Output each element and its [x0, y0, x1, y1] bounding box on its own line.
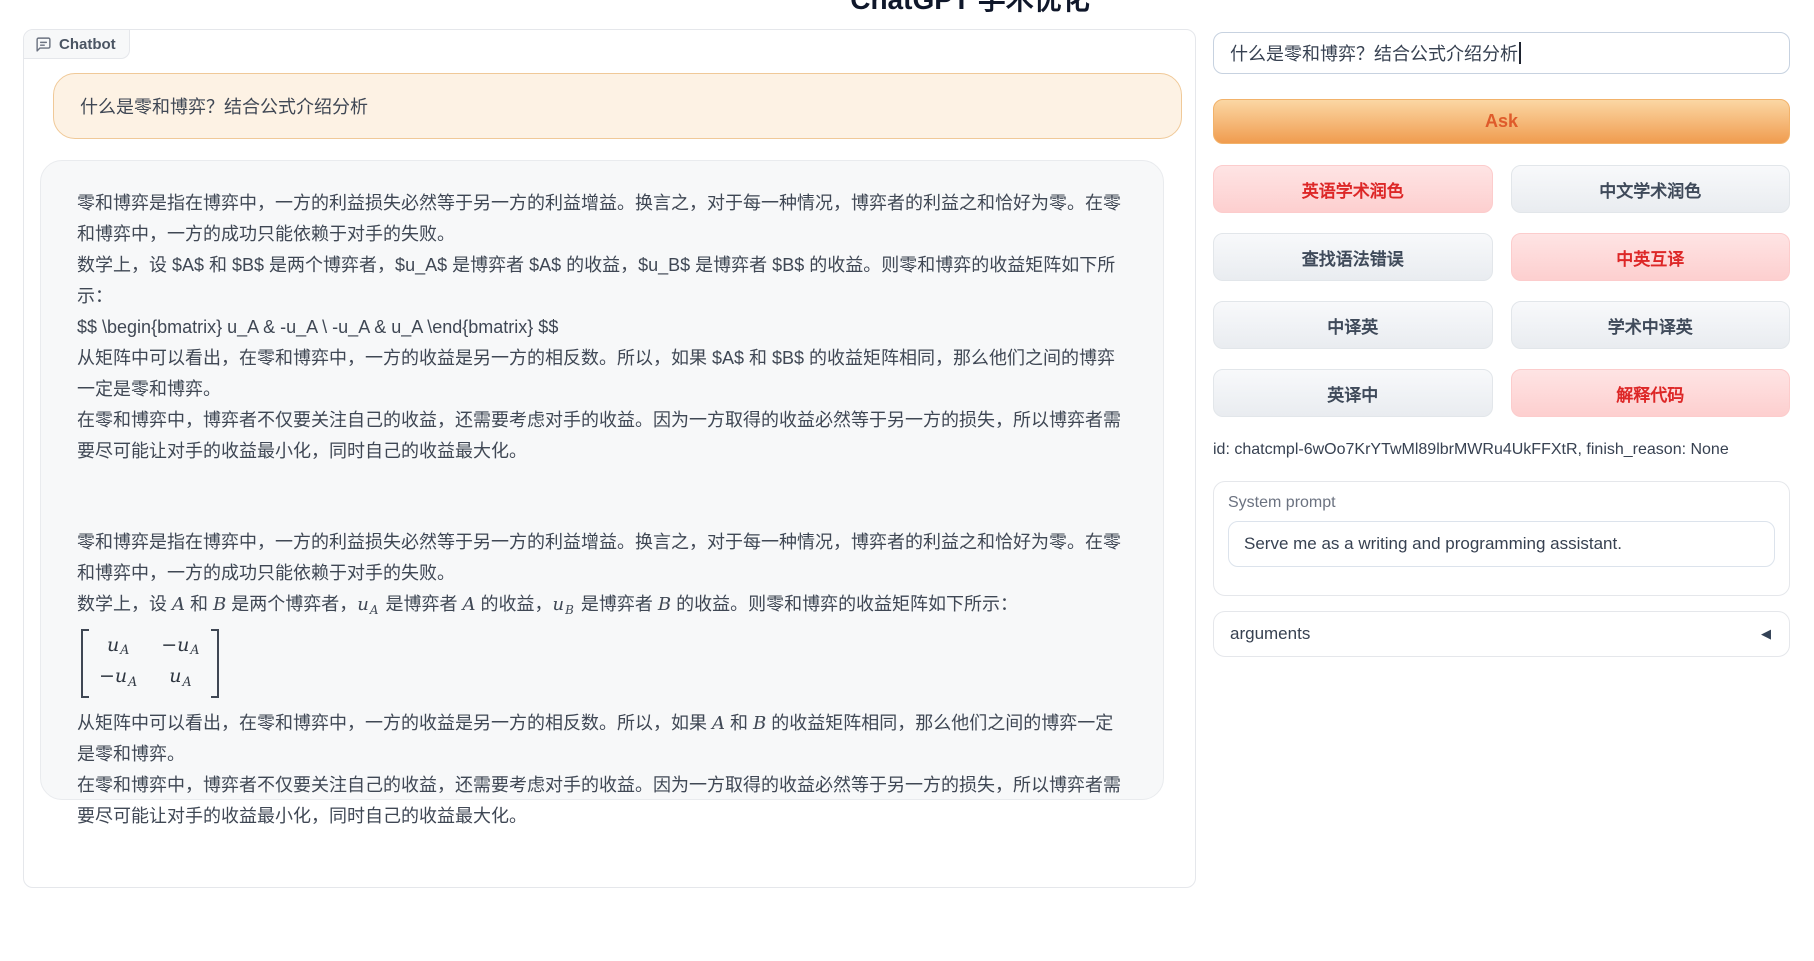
chat-bubble-icon — [35, 36, 52, 53]
system-prompt-block: System prompt — [1213, 481, 1790, 596]
btn-en-academic-polish[interactable]: 英语学术润色 — [1213, 165, 1493, 213]
text-cursor — [1519, 42, 1521, 64]
user-message: 什么是零和博弈？结合公式介绍分析 — [53, 73, 1182, 139]
bot-raw-latex: $$ \begin{bmatrix} u_A & -u_A \ -u_A & u… — [77, 312, 1131, 343]
payoff-matrix: uA −uA −uA uA — [81, 629, 219, 699]
btn-find-grammar-errors[interactable]: 查找语法错误 — [1213, 233, 1493, 281]
chatbot-panel: Chatbot 什么是零和博弈？结合公式介绍分析 零和博弈是指在博弈中，一方的利… — [23, 29, 1196, 888]
chatbot-label-text: Chatbot — [59, 36, 116, 53]
system-prompt-input[interactable] — [1228, 521, 1775, 567]
bot-rendered-p2: 数学上，设 A 和 B 是两个博弈者，uA 是博弈者 A 的收益，uB 是博弈者… — [77, 589, 1131, 626]
bot-rendered-p4: 在零和博弈中，博弈者不仅要关注自己的收益，还需要考虑对手的收益。因为一方取得的收… — [77, 770, 1131, 832]
btn-zh-en-mutual-translate[interactable]: 中英互译 — [1511, 233, 1791, 281]
matrix-left-bracket — [81, 629, 89, 699]
bot-raw-p4: 从矩阵中可以看出，在零和博弈中，一方的收益是另一方的相反数。所以，如果 $A$ … — [77, 343, 1131, 405]
matrix-cell-r0c1: −uA — [161, 632, 201, 664]
user-message-text: 什么是零和博弈？结合公式介绍分析 — [80, 93, 368, 119]
bot-raw-block: 零和博弈是指在博弈中，一方的利益损失必然等于另一方的利益增益。换言之，对于每一种… — [77, 188, 1131, 467]
app-root: ChatGPT 学术优化 Chatbot 什么是零和博弈？结合公式介绍分析 零和… — [0, 0, 1814, 961]
matrix-right-bracket — [211, 629, 219, 699]
bot-raw-p5: 在零和博弈中，博弈者不仅要关注自己的收益，还需要考虑对手的收益。因为一方取得的收… — [77, 405, 1131, 467]
chatbot-label: Chatbot — [24, 30, 130, 59]
matrix-cell-r1c0: −uA — [99, 663, 139, 695]
matrix-cell-r1c1: uA — [169, 663, 193, 695]
matrix-cell-r0c0: uA — [107, 632, 131, 664]
response-status-text: id: chatcmpl-6wOo7KrYTwMl89lbrMWRu4UkFFX… — [1213, 441, 1790, 459]
bot-rendered-block: 零和博弈是指在博弈中，一方的利益损失必然等于另一方的利益增益。换言之，对于每一种… — [77, 527, 1131, 832]
bot-raw-p1: 零和博弈是指在博弈中，一方的利益损失必然等于另一方的利益增益。换言之，对于每一种… — [77, 188, 1131, 250]
btn-en-to-zh[interactable]: 英译中 — [1213, 369, 1493, 417]
btn-explain-code[interactable]: 解释代码 — [1511, 369, 1791, 417]
page-title: ChatGPT 学术优化 — [850, 0, 1090, 18]
system-prompt-label: System prompt — [1228, 494, 1775, 512]
btn-zh-to-en[interactable]: 中译英 — [1213, 301, 1493, 349]
arguments-accordion-label: arguments — [1230, 624, 1310, 644]
question-input-value: 什么是零和博弈？结合公式介绍分析 — [1230, 40, 1518, 66]
arguments-accordion[interactable]: arguments ◀ — [1213, 611, 1790, 657]
bot-rendered-p1: 零和博弈是指在博弈中，一方的利益损失必然等于另一方的利益增益。换言之，对于每一种… — [77, 527, 1131, 589]
btn-academic-zh-to-en[interactable]: 学术中译英 — [1511, 301, 1791, 349]
accordion-collapse-icon[interactable]: ◀ — [1761, 626, 1771, 642]
bot-raw-p2: 数学上，设 $A$ 和 $B$ 是两个博弈者，$u_A$ 是博弈者 $A$ 的收… — [77, 250, 1131, 312]
btn-zh-academic-polish[interactable]: 中文学术润色 — [1511, 165, 1791, 213]
ask-button[interactable]: Ask — [1213, 99, 1790, 144]
question-input[interactable]: 什么是零和博弈？结合公式介绍分析 — [1213, 32, 1790, 74]
bot-message: 零和博弈是指在博弈中，一方的利益损失必然等于另一方的利益增益。换言之，对于每一种… — [40, 160, 1164, 800]
bot-rendered-p3: 从矩阵中可以看出，在零和博弈中，一方的收益是另一方的相反数。所以，如果 A 和 … — [77, 708, 1131, 770]
action-button-grid: 英语学术润色 中文学术润色 查找语法错误 中英互译 中译英 学术中译英 英译中 … — [1213, 165, 1790, 417]
